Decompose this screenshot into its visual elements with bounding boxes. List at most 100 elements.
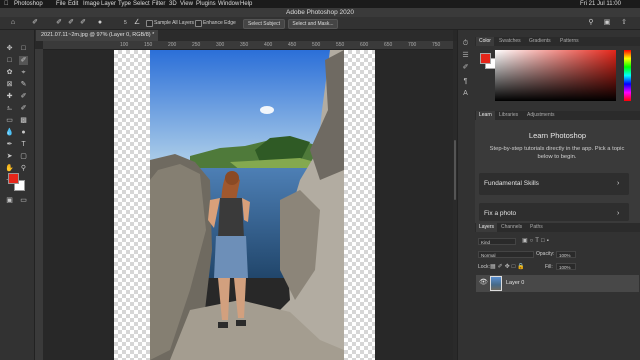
learn-description: Step-by-step tutorials directly in the a… [489,146,625,160]
share-icon[interactable]: ⇧ [620,19,628,27]
canvas-photo[interactable] [150,50,344,360]
screen-mode-icon[interactable]: ▭ [19,196,28,205]
layer-filter-kind[interactable]: Kind [478,238,516,245]
menu-3d[interactable]: 3D [169,0,177,8]
hue-slider[interactable] [624,50,631,101]
enhance-edge-checkbox[interactable] [195,20,202,27]
zoom-tool-icon[interactable]: ⚲ [19,164,28,173]
sample-all-layers-checkbox[interactable] [146,20,153,27]
gradient-tool-icon[interactable]: ▩ [19,116,28,125]
color-field[interactable] [495,50,616,101]
foreground-color-swatch[interactable] [8,173,19,184]
menu-plugins[interactable]: Plugins [196,0,216,8]
menu-photoshop[interactable]: Photoshop [14,0,43,8]
history-panel-icon[interactable]: ⏱ [460,38,471,49]
fill-label: Fill: [545,264,553,270]
character-panel-icon[interactable]: A [460,88,471,99]
tab-color[interactable]: Color [476,37,494,46]
type-tool-icon[interactable]: T [19,140,28,149]
layer-filter-icons[interactable]: ▣○T□▪ [522,237,551,244]
search-icon[interactable]: ⚲ [587,19,595,27]
apple-icon[interactable]:  [4,0,9,8]
subtract-from-selection-icon[interactable]: ✐ [79,19,87,27]
menu-layer[interactable]: Layer [101,0,116,8]
color-panel-foreground-swatch[interactable] [480,53,491,64]
brush-tool-icon[interactable]: ✐ [19,92,28,101]
brush-size-value[interactable]: 5 [124,17,127,29]
glyphs-panel-icon[interactable]: ¶ [460,76,471,87]
tab-paths[interactable]: Paths [530,223,543,232]
tab-patterns[interactable]: Patterns [560,37,579,46]
ruler-tick: 400 [264,42,273,48]
ruler-tick: 300 [216,42,225,48]
marquee-tool-icon[interactable]: □ [5,56,14,65]
menu-edit[interactable]: Edit [68,0,78,8]
learn-card[interactable]: Fundamental Skills › [479,173,629,195]
tab-gradients[interactable]: Gradients [529,37,551,46]
workspace-icon[interactable]: ▣ [603,19,611,27]
dodge-tool-icon[interactable]: ● [19,128,28,137]
eye-icon[interactable]: 👁 [479,278,488,286]
move-tool-icon[interactable]: ✥ [5,44,14,53]
tab-layers[interactable]: Layers [476,223,498,232]
lock-icons[interactable]: ▦✐✥□🔒 [490,263,527,270]
photo-illustration [150,50,344,360]
fill-value: 100% [559,265,571,270]
clone-stamp-tool-icon[interactable]: ⎁ [5,104,14,113]
menu-select[interactable]: Select [133,0,150,8]
add-to-selection-icon[interactable]: ✐ [67,19,75,27]
tab-channels[interactable]: Channels [501,223,522,232]
select-subject-button[interactable]: Select Subject [243,19,285,29]
blur-tool-icon[interactable]: 💧 [5,128,14,137]
new-selection-icon[interactable]: ✐ [55,19,63,27]
opacity-input[interactable]: 100% [556,251,576,258]
ruler-tick: 500 [312,42,321,48]
eyedropper-tool-icon[interactable]: ✎ [19,80,28,89]
frame-tool-icon[interactable]: ⊠ [5,80,14,89]
hand-tool-icon[interactable]: ✋ [5,164,14,173]
pen-tool-icon[interactable]: ✒ [5,140,14,149]
blend-mode-select[interactable]: Normal [478,251,534,258]
tab-libraries[interactable]: Libraries [499,111,518,120]
home-icon[interactable]: ⌂ [9,19,17,27]
menu-window[interactable]: Window [218,0,239,8]
fill-input[interactable]: 100% [556,263,576,270]
mac-menu-bar:  Photoshop File Edit Image Layer Type S… [0,0,640,8]
ruler-tick: 350 [240,42,249,48]
learn-card[interactable]: Fix a photo › [479,203,629,221]
quick-selection-tool-icon[interactable]: ✐ [31,19,39,27]
brush-settings-icon[interactable]: ✐ [460,62,471,73]
quick-selection-tool-icon-active[interactable]: ✐ [19,56,28,65]
rectangle-tool-icon[interactable]: ▢ [19,152,28,161]
history-brush-tool-icon[interactable]: ✐ [19,104,28,113]
menu-file[interactable]: File [56,0,66,8]
brush-preset-icon[interactable]: ● [96,19,104,27]
ruler-tick: 150 [144,42,153,48]
tab-swatches[interactable]: Swatches [499,37,521,46]
quick-mask-icon[interactable]: ▣ [5,196,14,205]
menu-filter[interactable]: Filter [152,0,165,8]
learn-card-label: Fix a photo [484,210,517,217]
select-and-mask-button[interactable]: Select and Mask... [288,19,338,29]
tab-adjustments[interactable]: Adjustments [527,111,555,120]
eraser-tool-icon[interactable]: ▭ [5,116,14,125]
healing-brush-tool-icon[interactable]: ✚ [5,92,14,101]
layer-name: Layer 0 [506,280,525,286]
lock-label: Lock: [478,264,490,270]
path-selection-tool-icon[interactable]: ➤ [5,152,14,161]
canvas-scroll-thumb[interactable] [454,140,456,200]
document-tab[interactable]: 2021.07.11~2m.jpg @ 97% (Layer 0, RGB/8)… [36,30,158,41]
transparent-area-right [344,50,375,360]
brush-angle-icon[interactable]: ∠ [133,19,141,27]
menu-view[interactable]: View [180,0,193,8]
artboard-tool-icon[interactable]: □ [19,44,28,53]
menu-help[interactable]: Help [240,0,252,8]
menu-image[interactable]: Image [83,0,100,8]
lasso-tool-icon[interactable]: ✿ [5,68,14,77]
crop-tool-icon[interactable]: ⌖ [19,68,28,77]
properties-panel-icon[interactable]: ☰ [460,50,471,61]
opacity-label: Opacity: [536,251,555,257]
menu-type[interactable]: Type [118,0,131,8]
chevron-right-icon: › [617,210,620,217]
tab-learn[interactable]: Learn [476,111,495,120]
